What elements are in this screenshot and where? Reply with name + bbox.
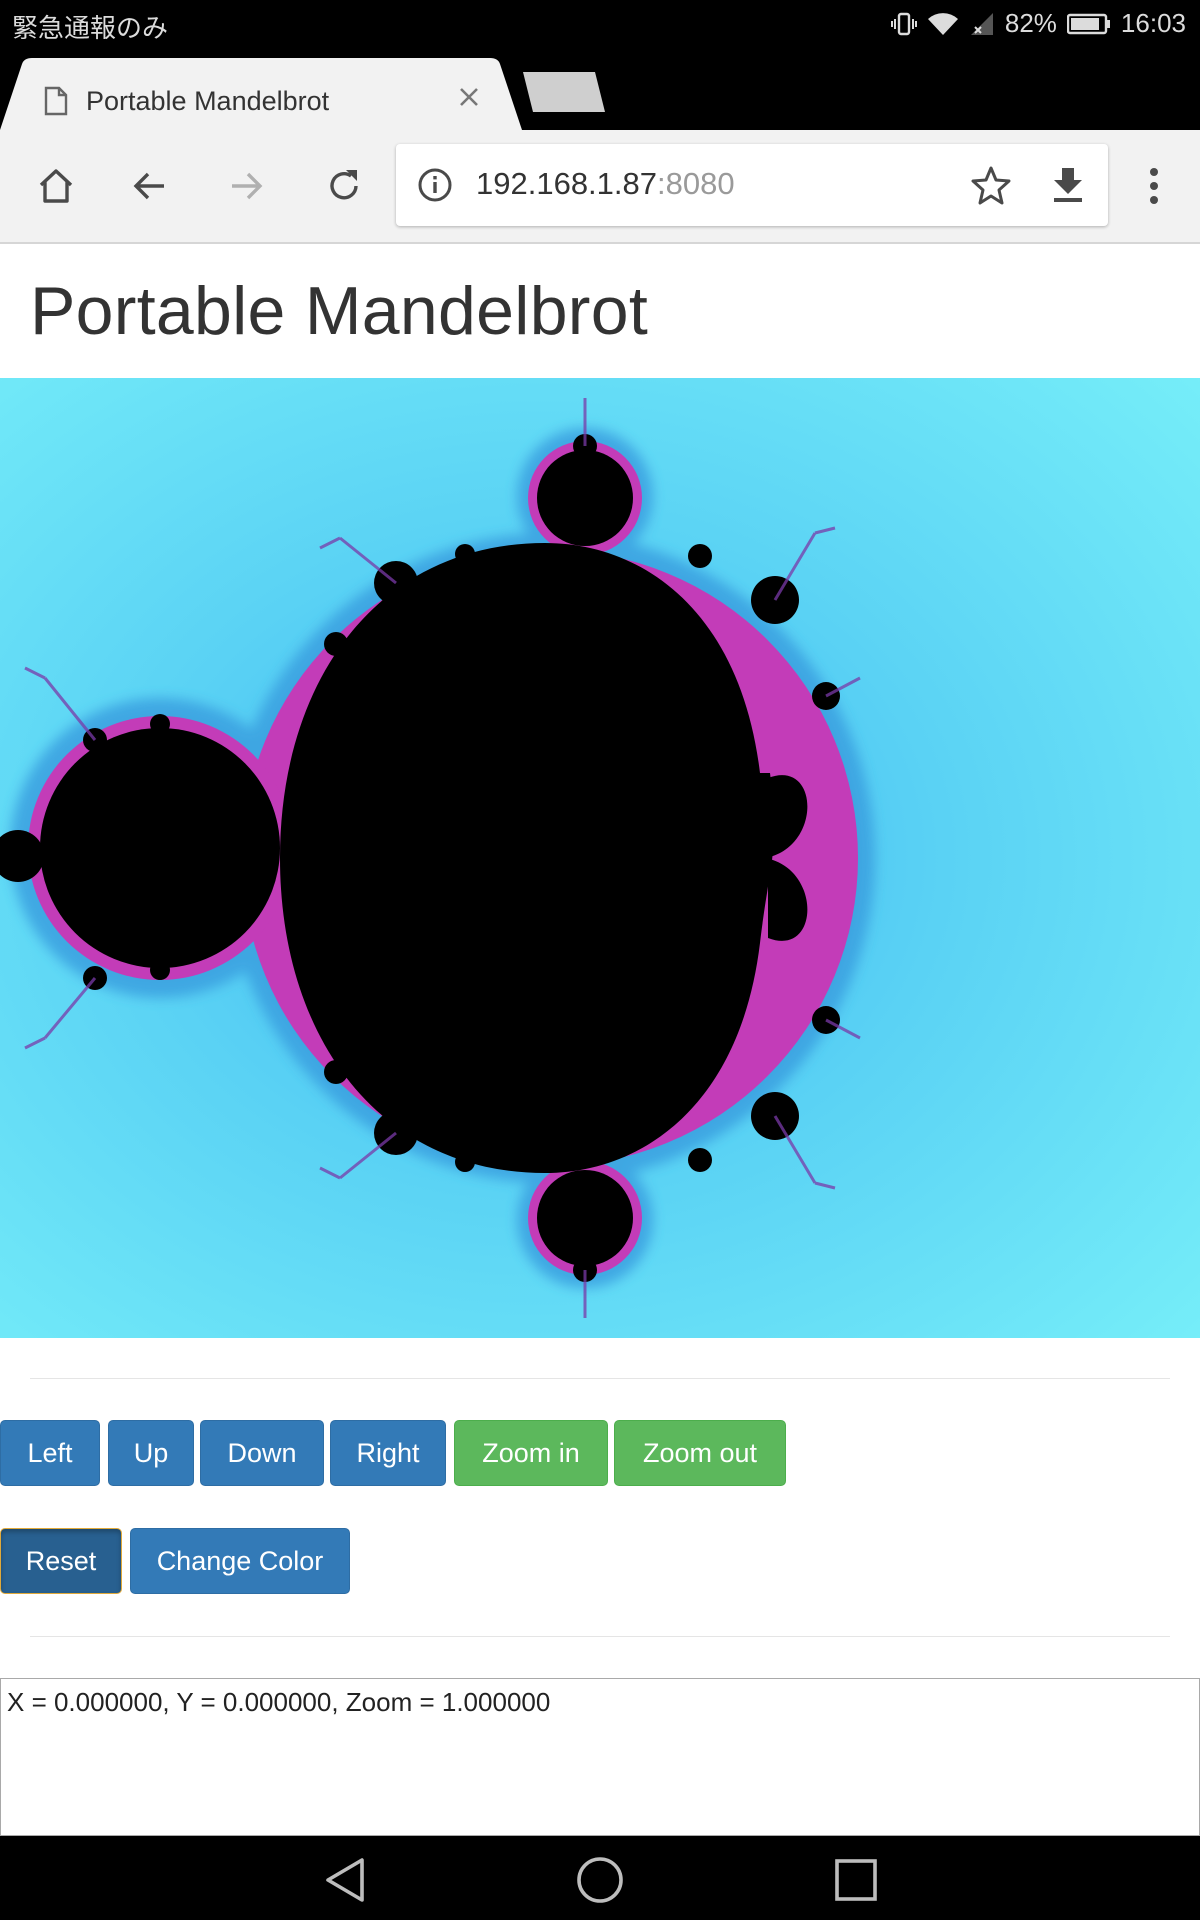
url-text[interactable]: 192.168.1.87:8080: [476, 166, 735, 202]
forward-button[interactable]: [218, 158, 274, 214]
tab-title: Portable Mandelbrot: [86, 86, 330, 116]
change-color-button[interactable]: Change Color: [130, 1528, 350, 1594]
home-button[interactable]: [28, 158, 84, 214]
back-button[interactable]: [122, 158, 178, 214]
vibrate-icon: [890, 12, 917, 35]
carrier-label: 緊急通報のみ: [12, 14, 169, 44]
page-title: Portable Mandelbrot: [30, 273, 649, 349]
bookmark-star-icon[interactable]: [970, 164, 1012, 206]
url-port: :8080: [657, 166, 735, 201]
nav-back-icon[interactable]: [318, 1852, 374, 1908]
system-nav-bar: [0, 1836, 1200, 1920]
status-bar: 緊急通報のみ 82% 16:03: [0, 0, 1200, 50]
wifi-icon: [927, 12, 958, 35]
reset-button[interactable]: Reset: [0, 1528, 122, 1594]
close-tab-icon[interactable]: [452, 80, 486, 114]
right-button[interactable]: Right: [330, 1420, 446, 1486]
up-button[interactable]: Up: [108, 1420, 194, 1486]
down-button[interactable]: Down: [200, 1420, 324, 1486]
clock: 16:03: [1120, 8, 1186, 38]
url-host: 192.168.1.87: [476, 166, 658, 201]
nav-recents-icon[interactable]: [828, 1852, 884, 1908]
status-icons: 82% 16:03: [890, 8, 1186, 39]
file-icon: [44, 86, 68, 116]
divider-bottom: [30, 1636, 1170, 1637]
tab-active[interactable]: Portable Mandelbrot: [0, 58, 530, 130]
forward-arrow-icon: [232, 172, 263, 200]
browser-toolbar: 192.168.1.87:8080: [0, 130, 1200, 244]
divider-top: [30, 1378, 1170, 1379]
battery-percent: 82%: [1004, 8, 1057, 38]
zoom-in-button[interactable]: Zoom in: [454, 1420, 608, 1486]
tab-strip: Portable Mandelbrot: [0, 50, 1200, 130]
info-icon[interactable]: [416, 166, 454, 204]
home-icon: [39, 169, 73, 203]
reload-icon: [330, 170, 358, 200]
mandelbrot-canvas[interactable]: [0, 378, 1200, 1338]
download-icon[interactable]: [1048, 164, 1088, 206]
battery-icon: [1066, 13, 1110, 34]
left-button[interactable]: Left: [0, 1420, 100, 1486]
back-arrow-icon: [133, 172, 164, 200]
reload-button[interactable]: [316, 158, 372, 214]
address-bar[interactable]: 192.168.1.87:8080: [396, 144, 1108, 226]
signal-icon: [970, 12, 993, 35]
nav-home-icon[interactable]: [572, 1852, 628, 1908]
zoom-out-button[interactable]: Zoom out: [614, 1420, 786, 1486]
new-tab-button[interactable]: [515, 72, 607, 112]
coordinates-output[interactable]: X = 0.000000, Y = 0.000000, Zoom = 1.000…: [0, 1678, 1200, 1836]
overflow-menu-icon[interactable]: [1132, 158, 1176, 214]
